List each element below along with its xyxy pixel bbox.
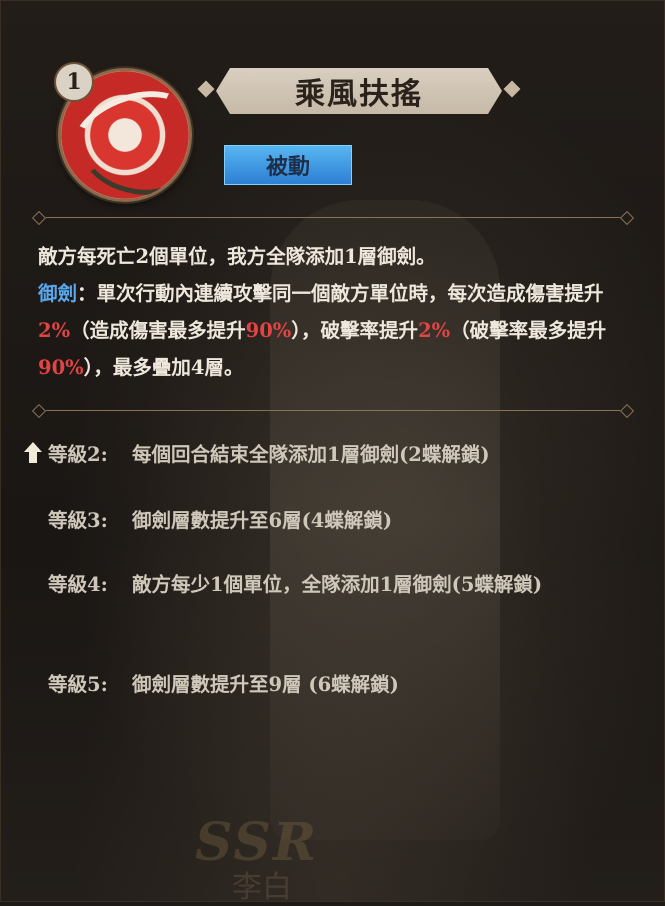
- skill-title-banner: 乘風扶搖: [197, 64, 521, 118]
- character-name-watermark: 李白: [232, 870, 292, 905]
- level-row-3: 等級3: 御劍層數提升至6層(4蝶解鎖): [48, 509, 393, 532]
- skill-icon: 1: [54, 62, 192, 202]
- value-highlight: 90%: [38, 356, 84, 379]
- value-highlight: 2%: [418, 319, 451, 342]
- upgrade-arrow-icon: [24, 442, 42, 464]
- skill-type-badge: 被動: [224, 145, 352, 185]
- skill-level-badge: 1: [54, 62, 94, 102]
- description-body: 御劍：單次行動內連續攻擊同一個敵方單位時，每次造成傷害提升2%（造成傷害最多提升…: [38, 282, 607, 379]
- description-line-1: 敵方每死亡2個單位，我方全隊添加1層御劍。: [38, 245, 436, 268]
- value-highlight: 2%: [38, 319, 71, 342]
- skill-title: 乘風扶搖: [295, 77, 423, 112]
- keyword-yujian: 御劍: [38, 282, 78, 305]
- divider-top: [31, 210, 635, 226]
- value-highlight: 90%: [245, 319, 292, 342]
- level-row-4: 等級4: 敵方每少1個單位，全隊添加1層御劍(5蝶解鎖): [48, 573, 543, 596]
- divider-middle: [31, 403, 635, 419]
- skill-description: 敵方每死亡2個單位，我方全隊添加1層御劍。 御劍：單次行動內連續攻擊同一個敵方單…: [38, 238, 634, 386]
- level-row-5: 等級5: 御劍層數提升至9層 (6蝶解鎖): [48, 673, 399, 696]
- level-row-2: 等級2: 每個回合結束全隊添加1層御劍(2蝶解鎖): [48, 443, 490, 466]
